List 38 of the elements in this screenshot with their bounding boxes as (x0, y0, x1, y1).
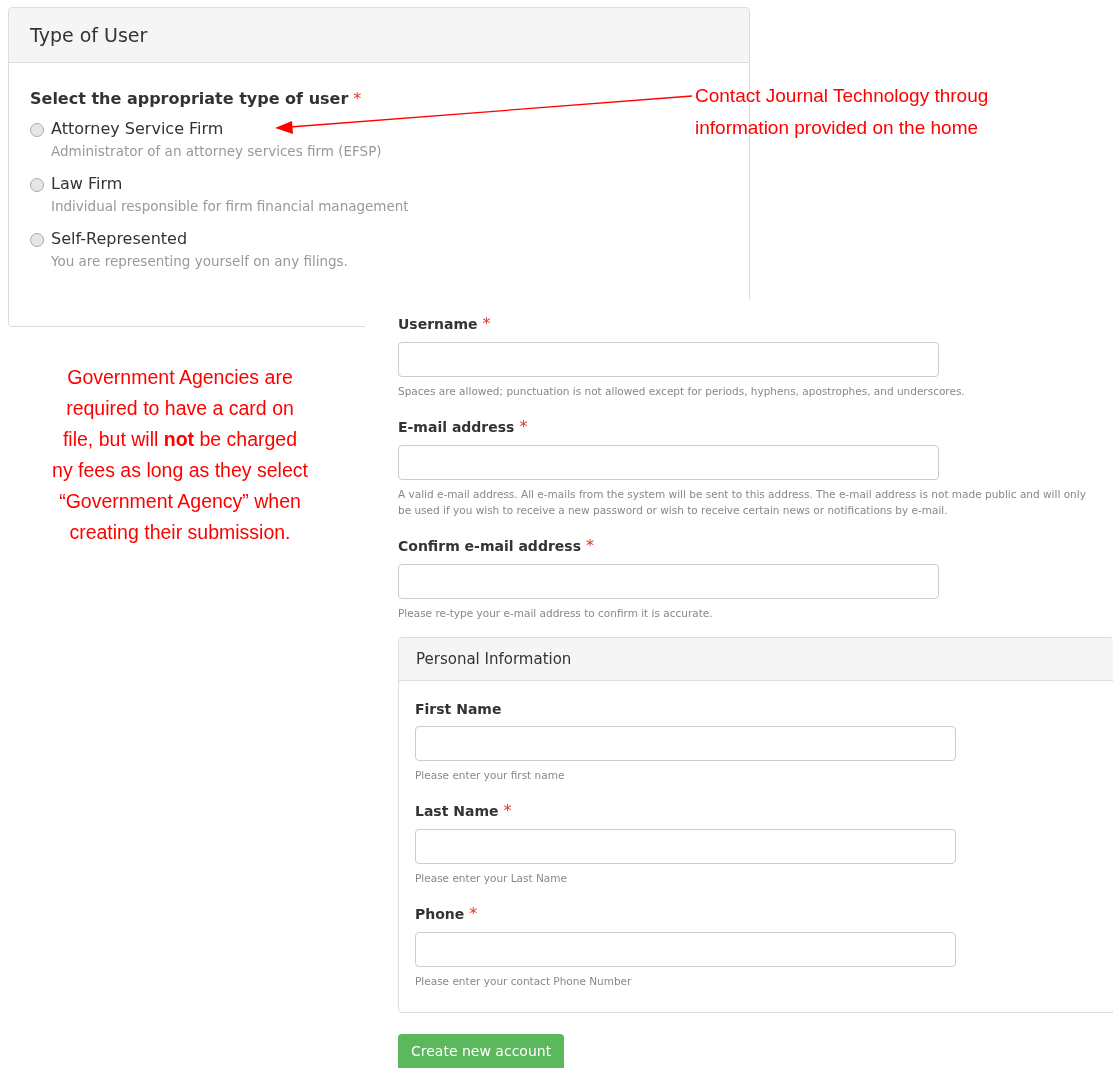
option-description: Administrator of an attorney services firm (EFSP) (51, 142, 382, 160)
help-text: Spaces are allowed; punctuation is not allowed except for periods, hyphens, apostrophes, and underscores. (398, 384, 966, 399)
input-field[interactable] (415, 726, 956, 761)
input-field[interactable] (398, 445, 939, 480)
option-label[interactable]: Law Firm (51, 174, 409, 194)
field-label: Username (398, 314, 478, 334)
radio-button[interactable] (30, 123, 44, 137)
radio-button[interactable] (30, 233, 44, 247)
help-text: Please enter your Last Name (415, 871, 568, 886)
annotation-text: Contact Journal Technology throug information provided on the home (695, 84, 990, 140)
question-label: Select the appropriate type of user (30, 88, 349, 110)
help-text: Please enter your contact Phone Number (415, 974, 633, 989)
option-description: Individual responsible for firm financial management (51, 197, 409, 215)
input-field[interactable] (415, 829, 956, 864)
input-field[interactable] (398, 564, 939, 599)
annotation-text: Government Agencies are required to have a card on file, but will not be charged ny fees as long as they select “Government Agency” when creating their submission. (51, 365, 309, 545)
help-text: Please enter your first name (415, 768, 566, 783)
option-description: You are representing yourself on any filings. (51, 252, 348, 270)
required-mark: * (482, 313, 491, 335)
field-label: Last Name (415, 801, 499, 821)
input-field[interactable] (415, 932, 956, 967)
input-field[interactable] (398, 342, 939, 377)
option-label[interactable]: Self-Represented (51, 229, 348, 249)
panel-title: Type of User (30, 22, 148, 48)
help-text: A valid e-mail address. All e-mails from the system will be sent to this address. The e-mail address is not made public and will only be used if you wish to receive a new password or wish to receive certain news or notifications by e-mail. (398, 487, 1087, 518)
required-mark: * (586, 535, 594, 557)
field-label: E-mail address (398, 417, 515, 437)
panel-title: Personal Information (416, 648, 572, 670)
required-mark: * (469, 903, 478, 925)
required-mark: * (353, 88, 362, 110)
radio-button[interactable] (30, 178, 44, 192)
help-text: Please re-type your e-mail address to confirm it is accurate. (398, 606, 714, 621)
required-mark: * (503, 800, 512, 822)
field-label: Phone (415, 904, 465, 924)
required-mark: * (519, 416, 528, 438)
option-label[interactable]: Attorney Service Firm (51, 119, 382, 139)
field-label: First Name (415, 700, 502, 719)
field-label: Confirm e-mail address (398, 536, 581, 556)
